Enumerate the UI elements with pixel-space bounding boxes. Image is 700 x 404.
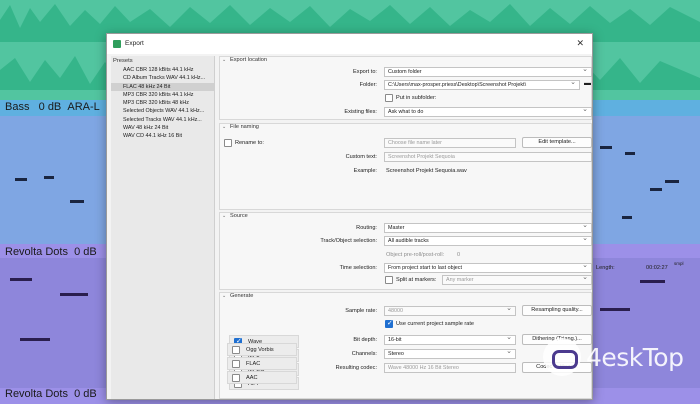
split-markers-label: Split at markers: bbox=[396, 277, 437, 283]
bit-depth-label: Bit depth: bbox=[353, 337, 377, 343]
folder-select[interactable]: C:\Users\max-prosper.priess\Desktop\Scre… bbox=[384, 80, 580, 90]
format-list-lower: Ogg Vorbis FLAC AAC bbox=[218, 343, 298, 400]
length-value: 00:02:27 bbox=[646, 265, 668, 271]
length-label: Length: bbox=[596, 265, 615, 271]
export-location-title[interactable]: ⌄ Export location bbox=[222, 57, 267, 63]
dialog-title: Export bbox=[125, 40, 144, 47]
preroll-label: Object pre-roll/post-roll: bbox=[386, 252, 445, 258]
preroll-value: 0 bbox=[457, 252, 461, 258]
preset-item[interactable]: Selected Objects WAV 44.1 kHz... bbox=[111, 107, 214, 115]
track-selection-select[interactable]: All audible tracks bbox=[384, 236, 592, 246]
resampling-quality-button[interactable]: Resampling quality... bbox=[522, 305, 592, 316]
format-label: FLAC bbox=[246, 361, 261, 367]
codec-label: Resulting codec: bbox=[335, 365, 377, 371]
generate-title[interactable]: ⌄ Generate bbox=[222, 293, 253, 299]
existing-files-label: Existing files: bbox=[344, 109, 377, 115]
format-item-aac[interactable]: AAC bbox=[227, 371, 297, 384]
watermark-logo-icon bbox=[543, 338, 581, 376]
time-selection-select[interactable]: From project start to last object bbox=[384, 263, 592, 273]
channels-select[interactable]: Stereo bbox=[384, 349, 516, 359]
codec-value: Wave 48000 Hz 16 Bit Stereo bbox=[384, 363, 516, 373]
file-naming-section: ⌄ File naming Rename to: Choose file name… bbox=[219, 123, 592, 210]
presets-panel: Presets AAC CBR 128 kBits 44.1 kHz CD Al… bbox=[111, 56, 215, 399]
chevron-down-icon: ⌄ bbox=[222, 293, 227, 299]
example-value: Screenshot Projekt Sequoia.wav bbox=[386, 168, 467, 174]
example-label: Example: bbox=[353, 168, 377, 174]
routing-label: Routing: bbox=[356, 225, 377, 231]
chevron-down-icon: ⌄ bbox=[222, 213, 227, 219]
revolta-track-name: Revolta Dots 0 dB bbox=[5, 246, 97, 258]
preset-item[interactable]: Selected Tracks WAV 44.1 kHz... bbox=[111, 116, 214, 124]
bit-depth-select[interactable]: 16-bit bbox=[384, 335, 516, 345]
preset-item[interactable]: AAC CBR 128 kBits 44.1 kHz bbox=[111, 66, 214, 74]
sample-rate-label: Sample rate: bbox=[345, 308, 377, 314]
file-naming-title[interactable]: ⌄ File naming bbox=[222, 124, 259, 130]
export-dialog: Export ✕ Presets AAC CBR 128 kBits 44.1 … bbox=[106, 33, 684, 400]
time-selection-label: Time selection: bbox=[339, 265, 377, 271]
format-label: AAC bbox=[246, 375, 258, 381]
close-icon[interactable]: ✕ bbox=[576, 38, 584, 49]
source-title[interactable]: ⌄ Source bbox=[222, 213, 248, 219]
dialog-titlebar[interactable]: Export ✕ bbox=[107, 34, 592, 54]
rename-checkbox[interactable] bbox=[224, 139, 232, 147]
rename-label: Rename to: bbox=[235, 140, 264, 146]
subfolder-label: Put in subfolder: bbox=[396, 95, 437, 101]
use-current-rate-checkbox[interactable] bbox=[385, 319, 393, 328]
preset-item[interactable]: WAV CD 44.1 kHz 16 Bit bbox=[111, 132, 214, 140]
preset-item-selected[interactable]: FLAC 48 kHz 24 Bit bbox=[111, 82, 214, 91]
source-section: ⌄Source Routing: Master Track/Object sel… bbox=[219, 212, 684, 290]
app-icon bbox=[113, 40, 121, 48]
existing-files-select[interactable]: Ask what to do bbox=[384, 107, 592, 117]
channels-label: Channels: bbox=[351, 351, 377, 357]
track-selection-label: Track/Object selection: bbox=[320, 238, 377, 244]
rename-input[interactable]: Choose file name later bbox=[384, 138, 516, 148]
presets-heading: Presets bbox=[113, 58, 133, 64]
format-flac-checkbox[interactable] bbox=[232, 360, 240, 368]
format-label: Ogg Vorbis bbox=[246, 347, 274, 353]
edit-template-button[interactable]: Edit template... bbox=[522, 137, 592, 148]
preset-item[interactable]: CD Album Tracks WAV 44.1 kHz... bbox=[111, 74, 214, 82]
split-markers-checkbox[interactable] bbox=[385, 276, 393, 284]
routing-select[interactable]: Master bbox=[384, 223, 592, 233]
sample-rate-select[interactable]: 48000 bbox=[384, 306, 516, 316]
preset-item[interactable]: WAV 48 kHz 24 Bit bbox=[111, 124, 214, 132]
export-to-select[interactable]: Custom folder bbox=[384, 67, 592, 77]
export-to-label: Export to: bbox=[353, 69, 377, 75]
chevron-down-icon: ⌄ bbox=[222, 57, 227, 63]
chevron-down-icon: ⌄ bbox=[222, 124, 227, 130]
preset-item[interactable]: MP3 CBR 320 kBits 48 kHz bbox=[111, 99, 214, 107]
custom-text-input[interactable]: Screenshot Projekt Sequoia bbox=[384, 152, 592, 162]
format-item-ogg[interactable]: Ogg Vorbis bbox=[227, 343, 297, 356]
format-aac-checkbox[interactable] bbox=[232, 374, 240, 382]
use-current-rate-label: Use current project sample rate bbox=[396, 321, 475, 327]
watermark-text: 4eskTop bbox=[586, 343, 684, 372]
preset-item[interactable]: MP3 CBR 320 kBits 44.1 kHz bbox=[111, 91, 214, 99]
export-location-section: ⌄ Export location Export to: Custom folde… bbox=[219, 56, 592, 120]
folder-label: Folder: bbox=[359, 82, 377, 88]
bass-track-name: Bass 0 dB ARA-L bbox=[5, 101, 100, 113]
custom-text-label: Custom text: bbox=[345, 154, 377, 160]
split-markers-select[interactable]: Any marker bbox=[442, 275, 592, 285]
format-ogg-checkbox[interactable] bbox=[232, 346, 240, 354]
format-item-flac[interactable]: FLAC bbox=[227, 357, 297, 370]
length-unit[interactable]: smpl bbox=[674, 261, 684, 266]
subfolder-checkbox[interactable] bbox=[385, 94, 393, 102]
folder-browse-icon[interactable]: ▬ bbox=[584, 80, 591, 87]
revolta-track-name-2: Revolta Dots 0 dB bbox=[5, 388, 97, 400]
